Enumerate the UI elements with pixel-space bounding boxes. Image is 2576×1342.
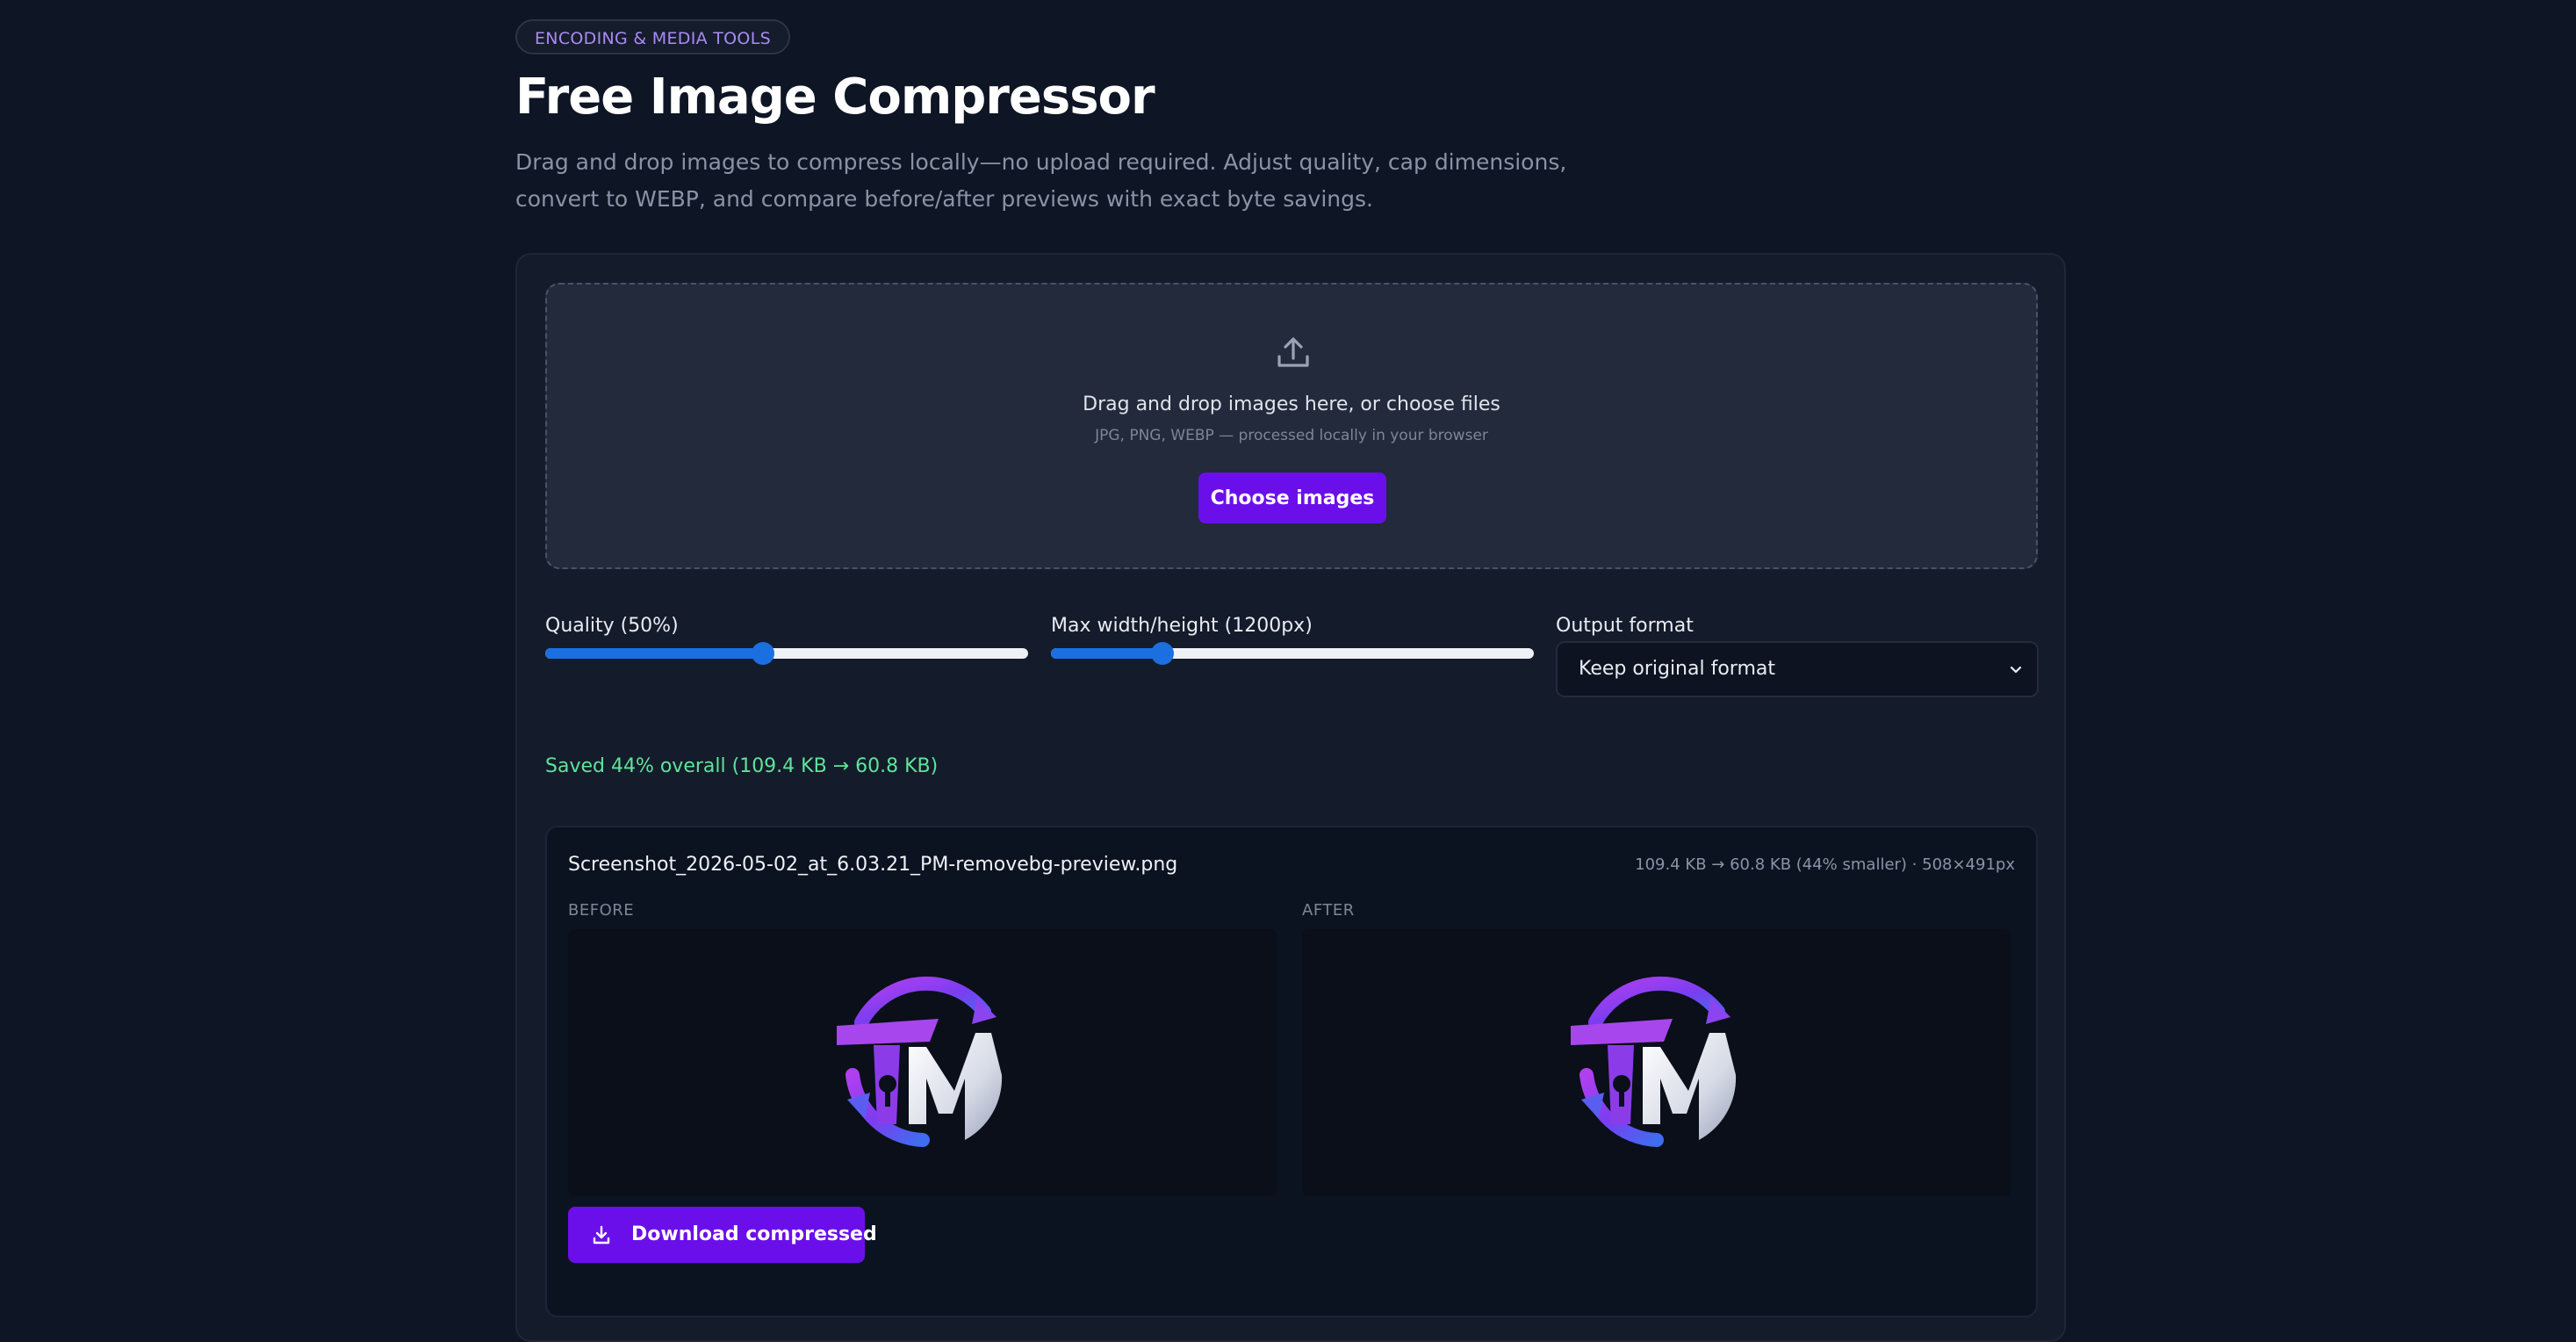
- output-format-value: Keep original format: [1579, 658, 1775, 680]
- max-dimension-slider-fill: [1051, 648, 1162, 659]
- download-icon: [593, 1225, 610, 1245]
- result-card: Screenshot_2026-05-02_at_6.03.21_PM-remo…: [545, 826, 2038, 1317]
- before-preview: [568, 929, 1277, 1196]
- output-format-label: Output format: [1556, 615, 1694, 637]
- tm-logo-image-before: [837, 976, 1003, 1147]
- max-dimension-control: Max width/height (1200px): [1051, 615, 1534, 665]
- page-title: Free Image Compressor: [515, 69, 1155, 126]
- file-name: Screenshot_2026-05-02_at_6.03.21_PM-remo…: [568, 854, 1178, 876]
- quality-slider[interactable]: [545, 642, 1028, 665]
- quality-label: Quality (50%): [545, 615, 679, 637]
- after-label: AFTER: [1302, 901, 1355, 920]
- after-preview: [1302, 929, 2011, 1196]
- dropzone-hint: JPG, PNG, WEBP — processed locally in yo…: [1095, 427, 1488, 444]
- upload-icon: [1277, 337, 1309, 367]
- choose-images-button[interactable]: Choose images: [1198, 473, 1386, 523]
- compressor-panel: Drag and drop images here, or choose fil…: [515, 253, 2066, 1342]
- max-dimension-label: Max width/height (1200px): [1051, 615, 1313, 637]
- savings-summary: Saved 44% overall (109.4 KB → 60.8 KB): [545, 755, 939, 777]
- download-compressed-button[interactable]: Download compressed: [568, 1207, 877, 1263]
- download-button-label: Download compressed: [631, 1223, 877, 1245]
- output-format-control: Output format Keep original format: [1556, 615, 2039, 697]
- tm-logo-image-after: [1571, 976, 1737, 1147]
- image-dropzone[interactable]: Drag and drop images here, or choose fil…: [545, 283, 2038, 569]
- max-dimension-slider[interactable]: [1051, 642, 1534, 665]
- output-format-select[interactable]: Keep original format: [1556, 641, 2039, 697]
- before-label: BEFORE: [568, 901, 635, 920]
- quality-slider-thumb[interactable]: [751, 642, 774, 665]
- chevron-down-icon: [2010, 666, 2022, 674]
- category-badge: ENCODING & MEDIA TOOLS: [515, 19, 790, 54]
- dropzone-title: Drag and drop images here, or choose fil…: [1083, 393, 1500, 415]
- max-dimension-slider-thumb[interactable]: [1150, 642, 1174, 665]
- file-stats: 109.4 KB → 60.8 KB (44% smaller) · 508×4…: [1635, 855, 2015, 874]
- page-description: Drag and drop images to compress locally…: [515, 149, 1567, 212]
- quality-slider-fill: [545, 648, 763, 659]
- quality-control: Quality (50%): [545, 615, 1028, 665]
